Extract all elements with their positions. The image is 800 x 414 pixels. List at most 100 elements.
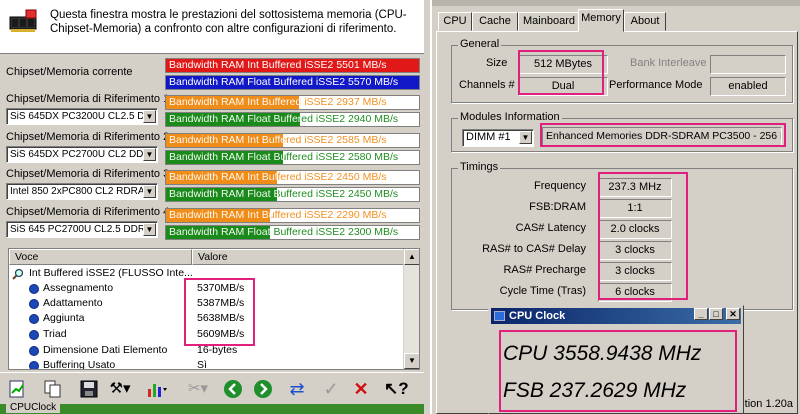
- save-icon[interactable]: [78, 377, 100, 401]
- chevron-down-icon[interactable]: ▼: [143, 148, 156, 161]
- memory-benchmark-window: Questa finestra mostra le prestazioni de…: [0, 0, 424, 414]
- select-value: DIMM #1: [466, 131, 511, 143]
- item-name: Buffering Usato: [43, 359, 116, 370]
- item-name: Triad: [43, 328, 67, 340]
- bar-text: Bandwidth RAM Int Buffered iSSE2 2290 MB…: [169, 209, 387, 221]
- reference-4-int-bar: Bandwidth RAM Int Buffered iSSE2 2290 MB…: [165, 208, 420, 223]
- list-item[interactable]: Buffering Usato Sì: [9, 358, 405, 370]
- reference-2-select[interactable]: SiS 645DX PC2700U CL2 DDR ▼: [6, 146, 158, 163]
- highlight-general: [518, 50, 604, 95]
- vertical-scrollbar[interactable]: ▲ ▼: [403, 249, 419, 369]
- copy-icon[interactable]: [42, 377, 64, 401]
- reference-3-float-bar: Bandwidth RAM Float Buffered iSSE2 2450 …: [165, 187, 420, 202]
- tab-mainboard[interactable]: Mainboard: [518, 12, 580, 31]
- item-name: Assegnamento: [43, 282, 114, 294]
- select-value: Intel 850 2xPC800 CL2 RDRAI: [10, 186, 148, 197]
- bank-interleave-label: Bank Interleave: [630, 57, 707, 69]
- current-int-bar: Bandwidth RAM Int Buffered iSSE2 5501 MB…: [165, 58, 420, 73]
- dimm-select[interactable]: DIMM #1 ▼: [462, 129, 534, 147]
- item-name: Dimensione Dati Elemento: [43, 344, 168, 356]
- header-panel: Questa finestra mostra le prestazioni de…: [0, 0, 424, 54]
- header-description: Questa finestra mostra le prestazioni de…: [50, 9, 407, 35]
- timing-label: Cycle Time (Tras): [499, 285, 586, 297]
- cpu-clock-title: CPU Clock: [509, 310, 566, 322]
- forward-arrow-icon[interactable]: [252, 377, 274, 401]
- bar-text: Bandwidth RAM Float Buffered iSSE2 2580 …: [169, 151, 399, 163]
- disabled-tool-icon[interactable]: ✂▾: [184, 377, 212, 401]
- info-icon: [29, 330, 39, 340]
- item-name: Aggiunta: [43, 312, 85, 324]
- close-icon[interactable]: ✕: [726, 308, 740, 320]
- timing-label: Frequency: [534, 180, 586, 192]
- cpu-clock-window: CPU Clock _ □ ✕ CPU 3558.9438 MHz FSB 23…: [488, 305, 744, 414]
- bar-text: Bandwidth RAM Int Buffered iSSE2 2585 MB…: [169, 134, 387, 146]
- info-icon: [29, 346, 39, 356]
- cancel-x-icon[interactable]: ✕: [350, 377, 372, 401]
- tab-cpu[interactable]: CPU: [438, 12, 472, 31]
- current-config-label: Chipset/Memoria corrente: [6, 66, 133, 78]
- column-header-valore[interactable]: Valore: [192, 249, 405, 265]
- group-title: General: [458, 38, 502, 50]
- info-icon: [29, 284, 39, 294]
- item-name: Adattamento: [43, 297, 103, 309]
- scroll-down-icon[interactable]: ▼: [404, 353, 419, 369]
- report-icon[interactable]: [6, 377, 28, 401]
- reference-4-label: Chipset/Memoria di Riferimento 4: [6, 206, 170, 218]
- chevron-down-icon[interactable]: ▼: [143, 110, 156, 123]
- column-header-voce[interactable]: Voce: [9, 249, 192, 265]
- maximize-icon[interactable]: □: [709, 308, 723, 320]
- minimize-icon[interactable]: _: [694, 308, 708, 320]
- chevron-down-icon[interactable]: ▼: [143, 185, 156, 198]
- reference-3-int-bar: Bandwidth RAM Int Buffered iSSE2 2450 MB…: [165, 170, 420, 185]
- highlight-timings: [598, 172, 688, 300]
- highlight-module: [540, 123, 786, 147]
- reference-2-int-bar: Bandwidth RAM Int Buffered iSSE2 2585 MB…: [165, 133, 420, 148]
- bank-interleave-value: [710, 55, 786, 74]
- reference-1-float-bar: Bandwidth RAM Float Buffered iSSE2 2940 …: [165, 112, 420, 127]
- reference-1-int-bar: Bandwidth RAM Int Buffered iSSE2 2937 MB…: [165, 95, 420, 110]
- performance-mode-value: enabled: [710, 77, 786, 96]
- tab-cache[interactable]: Cache: [472, 12, 518, 31]
- reference-3-label: Chipset/Memoria di Riferimento 3: [6, 168, 170, 180]
- reference-2-label: Chipset/Memoria di Riferimento 2: [6, 131, 170, 143]
- refresh-icon[interactable]: ⇄: [286, 377, 308, 401]
- toolbar: ⚒▾ ✂▾ ⇄ ✓ ✕ ↖?: [0, 372, 424, 404]
- current-float-bar: Bandwidth RAM Float Buffered iSSE2 5570 …: [165, 75, 420, 90]
- info-icon: [29, 361, 39, 369]
- info-icon: [29, 299, 39, 309]
- reference-1-select[interactable]: SiS 645DX PC3200U CL2.5 DD ▼: [6, 108, 158, 125]
- tools-dropdown-icon[interactable]: ⚒▾: [106, 377, 134, 401]
- bar-text: Bandwidth RAM Float Buffered iSSE2 2940 …: [169, 113, 399, 125]
- back-arrow-icon[interactable]: [222, 377, 244, 401]
- chevron-down-icon[interactable]: ▼: [519, 131, 532, 144]
- cpu-clock-icon: [494, 311, 505, 321]
- performance-mode-label: Performance Mode: [609, 79, 703, 91]
- bar-text: Bandwidth RAM Float Buffered iSSE2 5570 …: [169, 76, 399, 88]
- checkmark-icon[interactable]: ✓: [320, 377, 342, 401]
- bar-text: Bandwidth RAM Float Buffered iSSE2 2300 …: [169, 226, 399, 238]
- select-value: SiS 645 PC2700U CL2.5 DDR (: [10, 224, 152, 235]
- size-label: Size: [486, 57, 508, 69]
- timing-label: FSB:DRAM: [529, 201, 586, 213]
- select-value: SiS 645DX PC2700U CL2 DDR: [10, 149, 151, 160]
- general-group: General Size 512 MBytes Channels # Dual …: [451, 38, 793, 103]
- taskbar-cpuclock[interactable]: CPUClock: [6, 402, 61, 413]
- tab-about[interactable]: About: [624, 12, 666, 31]
- cpu-frequency-readout: CPU 3558.9438 MHz: [503, 342, 702, 365]
- memory-chip-icon: [9, 9, 37, 32]
- reference-1-label: Chipset/Memoria di Riferimento 1: [6, 93, 170, 105]
- group-name: Int Buffered iSSE2 (FLUSSO Inte...: [29, 267, 193, 279]
- reference-3-select[interactable]: Intel 850 2xPC800 CL2 RDRAI ▼: [6, 183, 158, 200]
- chevron-down-icon[interactable]: ▼: [143, 223, 156, 236]
- bar-text: Bandwidth RAM Int Buffered iSSE2 2937 MB…: [169, 96, 387, 108]
- reference-4-float-bar: Bandwidth RAM Float Buffered iSSE2 2300 …: [165, 225, 420, 240]
- help-icon[interactable]: ↖?: [384, 377, 409, 401]
- timing-label: CAS# Latency: [515, 222, 586, 234]
- chart-dropdown-icon[interactable]: [142, 377, 172, 401]
- timing-label: RAS# Precharge: [503, 264, 586, 276]
- tab-memory[interactable]: Memory: [578, 9, 624, 32]
- reference-4-select[interactable]: SiS 645 PC2700U CL2.5 DDR (▼: [6, 221, 158, 238]
- bar-text: Bandwidth RAM Int Buffered iSSE2 2450 MB…: [169, 171, 387, 183]
- scroll-up-icon[interactable]: ▲: [404, 249, 419, 265]
- group-title: Modules Information: [458, 111, 562, 123]
